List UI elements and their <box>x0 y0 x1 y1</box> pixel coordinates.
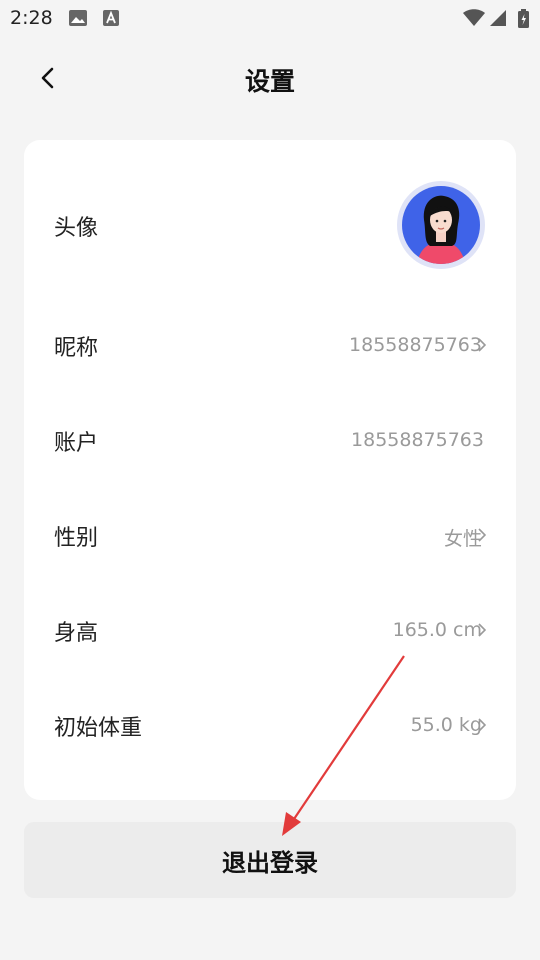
settings-row-nickname[interactable]: 昵称 18558875763 <box>24 300 516 390</box>
initial-weight-label: 初始体重 <box>54 716 143 741</box>
account-label: 账户 <box>54 431 99 456</box>
settings-row-initial-weight[interactable]: 初始体重 55.0 kg <box>24 680 516 770</box>
chevron-right-icon <box>478 718 486 732</box>
height-value: 165.0 cm <box>392 619 482 641</box>
image-icon <box>69 10 87 26</box>
wifi-icon <box>463 9 485 26</box>
avatar-label: 头像 <box>54 216 99 241</box>
account-value: 18558875763 <box>351 429 484 451</box>
chevron-right-icon <box>478 623 486 637</box>
chevron-right-icon <box>478 338 486 352</box>
battery-icon <box>518 9 529 28</box>
initial-weight-value: 55.0 kg <box>410 714 482 736</box>
settings-row-avatar[interactable]: 头像 <box>24 170 516 280</box>
logout-button[interactable]: 退出登录 <box>24 822 516 898</box>
settings-row-account: 账户 18558875763 <box>24 395 516 485</box>
gender-label: 性别 <box>54 526 99 551</box>
settings-row-gender[interactable]: 性别 女性 <box>24 490 516 580</box>
height-label: 身高 <box>54 621 99 646</box>
status-time: 2:28 <box>10 7 53 29</box>
nickname-label: 昵称 <box>54 336 99 361</box>
settings-row-height[interactable]: 身高 165.0 cm <box>24 585 516 675</box>
avatar <box>397 181 485 269</box>
nickname-value: 18558875763 <box>349 334 482 356</box>
settings-card: 头像 昵称 18558875763 账户 18558875763 性别 女性 身… <box>24 140 516 800</box>
font-icon <box>103 10 119 26</box>
page-title: 设置 <box>244 67 295 96</box>
status-bar: 2:28 <box>0 0 540 36</box>
gender-value: 女性 <box>443 528 482 550</box>
app-header: 设置 <box>0 44 540 114</box>
chevron-right-icon <box>478 528 486 542</box>
signal-icon <box>490 10 506 26</box>
